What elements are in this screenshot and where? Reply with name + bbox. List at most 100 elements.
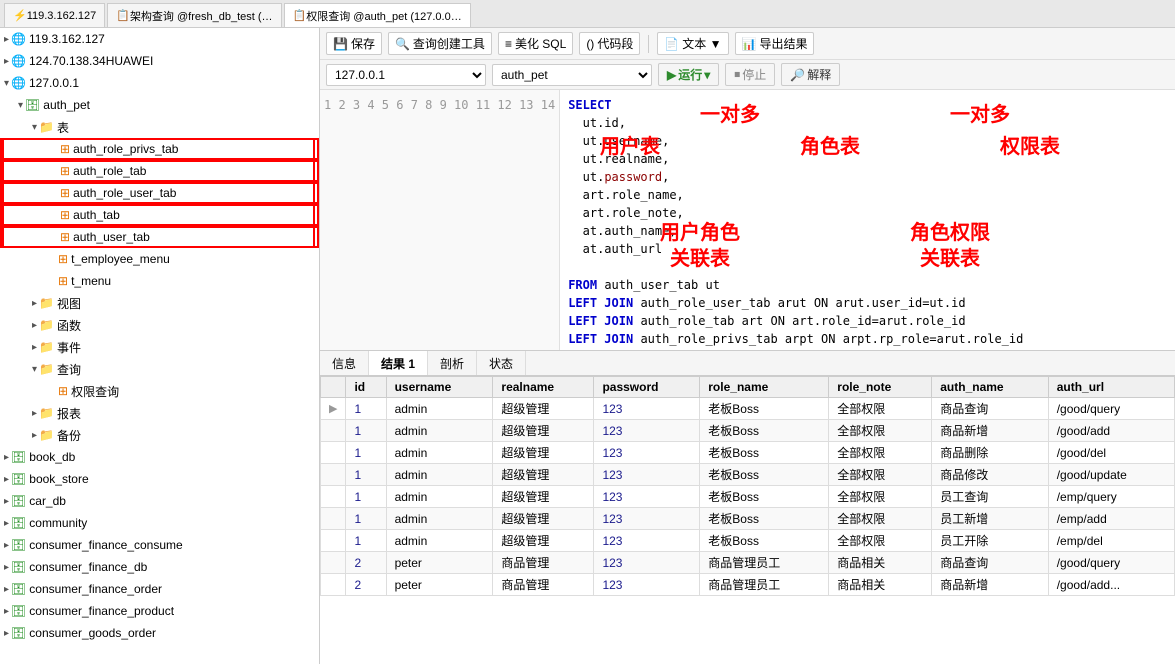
sidebar-label: auth_role_user_tab	[73, 186, 176, 200]
tab-status[interactable]: 状态	[477, 351, 526, 375]
code-editor[interactable]: SELECT ut.id, ut.username, ut.realname, …	[560, 90, 1175, 350]
toolbar: 💾 保存 🔍 查询创建工具 ≡ 美化 SQL () 代码段 📄 文本 ▼ 📊	[320, 28, 1175, 60]
sidebar-label: 报表	[57, 405, 81, 422]
table-row[interactable]: 1admin超级管理123老板Boss全部权限员工新增/emp/add	[321, 508, 1175, 530]
sidebar-item-3[interactable]: ▾🗄auth_pet	[0, 94, 319, 116]
stop-button[interactable]: ⏹ 停止	[725, 63, 775, 86]
explain-label: 解释	[807, 66, 831, 83]
sidebar-item-14[interactable]: ▸📁事件	[0, 336, 319, 358]
table-row[interactable]: 1admin超级管理123老板Boss全部权限商品删除/good/del	[321, 442, 1175, 464]
cell-realname: 超级管理	[493, 442, 594, 464]
cell-username: admin	[386, 486, 493, 508]
sidebar-label: 127.0.0.1	[29, 76, 79, 90]
table-row[interactable]: 1admin超级管理123老板Boss全部权限商品修改/good/update	[321, 464, 1175, 486]
sidebar-item-0[interactable]: ▸🌐119.3.162.127	[0, 28, 319, 50]
table-icon: ⊞	[60, 142, 70, 156]
sidebar-label: 函数	[57, 317, 81, 334]
cell-username: admin	[386, 398, 493, 420]
text-button[interactable]: 📄 文本 ▼	[657, 32, 728, 55]
sidebar-item-20[interactable]: ▸🗄book_store	[0, 468, 319, 490]
col-realname: realname	[493, 377, 594, 398]
cell-password: 123	[594, 398, 700, 420]
query-tool-icon: 🔍	[395, 37, 410, 51]
sidebar-item-9[interactable]: ⊞auth_user_tab	[0, 226, 319, 248]
table-icon: ⊞	[60, 164, 70, 178]
sidebar-item-15[interactable]: ▾📁查询	[0, 358, 319, 380]
code-snippet-button[interactable]: () 代码段	[579, 32, 640, 55]
sidebar-item-2[interactable]: ▾🌐127.0.0.1	[0, 72, 319, 94]
sidebar-item-7[interactable]: ⊞auth_role_user_tab	[0, 182, 319, 204]
cell-role_name: 老板Boss	[700, 530, 829, 552]
sidebar-item-12[interactable]: ▸📁视图	[0, 292, 319, 314]
beautify-label: 美化 SQL	[515, 35, 566, 52]
col-role_note: role_note	[829, 377, 932, 398]
cell-username: admin	[386, 530, 493, 552]
run-button[interactable]: ▶ 运行 ▾	[658, 63, 719, 86]
table-row[interactable]: ▶1admin超级管理123老板Boss全部权限商品查询/good/query	[321, 398, 1175, 420]
cell-role_note: 商品相关	[829, 574, 932, 596]
beautify-sql-button[interactable]: ≡ 美化 SQL	[498, 32, 573, 55]
tab-icon-0: ⚡	[13, 9, 27, 22]
table-icon: ⊞	[58, 252, 68, 266]
db-select[interactable]: auth_pet	[492, 64, 652, 86]
cell-role_note: 全部权限	[829, 486, 932, 508]
sidebar-item-21[interactable]: ▸🗄car_db	[0, 490, 319, 512]
toolbar-sep-1	[648, 35, 649, 53]
explain-button[interactable]: 🔎 解释	[781, 63, 840, 86]
tab-profile[interactable]: 剖析	[428, 351, 477, 375]
sidebar-item-27[interactable]: ▸🗄consumer_goods_order	[0, 622, 319, 644]
sidebar-item-22[interactable]: ▸🗄community	[0, 512, 319, 534]
table-row[interactable]: 1admin超级管理123老板Boss全部权限员工开除/emp/del	[321, 530, 1175, 552]
row-indicator	[321, 420, 346, 442]
table-row[interactable]: 2peter商品管理123商品管理员工商品相关商品新增/good/add...	[321, 574, 1175, 596]
net-icon: 🌐	[11, 32, 26, 46]
sidebar-label: consumer_finance_consume	[29, 538, 182, 552]
cell-role_note: 全部权限	[829, 530, 932, 552]
folder-icon: 📁	[39, 362, 54, 376]
sidebar-item-10[interactable]: ⊞t_employee_menu	[0, 248, 319, 270]
sidebar-item-18[interactable]: ▸📁备份	[0, 424, 319, 446]
table-row[interactable]: 1admin超级管理123老板Boss全部权限员工查询/emp/query	[321, 486, 1175, 508]
sidebar-item-17[interactable]: ▸📁报表	[0, 402, 319, 424]
sidebar-item-4[interactable]: ▾📁表	[0, 116, 319, 138]
cell-role_name: 老板Boss	[700, 508, 829, 530]
sidebar-item-25[interactable]: ▸🗄consumer_finance_order	[0, 578, 319, 600]
sidebar-item-19[interactable]: ▸🗄book_db	[0, 446, 319, 468]
table-row[interactable]: 1admin超级管理123老板Boss全部权限商品新增/good/add	[321, 420, 1175, 442]
query-tool-button[interactable]: 🔍 查询创建工具	[388, 32, 492, 55]
host-select[interactable]: 127.0.0.1	[326, 64, 486, 86]
tab-info[interactable]: 信息	[320, 351, 369, 375]
sidebar-item-11[interactable]: ⊞t_menu	[0, 270, 319, 292]
export-button[interactable]: 📊 导出结果	[735, 32, 815, 55]
sidebar-item-1[interactable]: ▸🌐124.70.138.34HUAWEI	[0, 50, 319, 72]
tab-1[interactable]: 📋 架构查询 @fresh_db_test (…	[107, 3, 281, 27]
cell-auth_name: 商品查询	[932, 552, 1048, 574]
table-row[interactable]: 2peter商品管理123商品管理员工商品相关商品查询/good/query	[321, 552, 1175, 574]
cell-auth_name: 商品查询	[932, 398, 1048, 420]
sidebar-item-16[interactable]: ⊞权限查询	[0, 380, 319, 402]
cell-password: 123	[594, 420, 700, 442]
code-icon: ()	[586, 37, 594, 51]
db-icon: 🗄	[11, 582, 26, 596]
sidebar-item-6[interactable]: ⊞auth_role_tab	[0, 160, 319, 182]
sidebar-item-23[interactable]: ▸🗄consumer_finance_consume	[0, 534, 319, 556]
net-icon: 🌐	[11, 54, 26, 68]
expand-arrow: ▸	[32, 342, 37, 353]
sidebar-item-8[interactable]: ⊞auth_tab	[0, 204, 319, 226]
tab-2[interactable]: 📋 权限查询 @auth_pet (127.0.0…	[284, 3, 471, 27]
sidebar-item-5[interactable]: ⊞auth_role_privs_tab	[0, 138, 319, 160]
cell-password: 123	[594, 508, 700, 530]
cell-role_note: 全部权限	[829, 464, 932, 486]
editor-area: 1 2 3 4 5 6 7 8 9 10 11 12 13 14 SELECT …	[320, 90, 1175, 350]
folder-icon: 📁	[39, 406, 54, 420]
sidebar-item-24[interactable]: ▸🗄consumer_finance_db	[0, 556, 319, 578]
cell-id: 1	[346, 420, 386, 442]
tab-0[interactable]: ⚡ 119.3.162.127	[4, 3, 105, 27]
sidebar-label: 表	[57, 119, 69, 136]
sidebar-item-13[interactable]: ▸📁函数	[0, 314, 319, 336]
sidebar: ▸🌐119.3.162.127▸🌐124.70.138.34HUAWEI▾🌐12…	[0, 28, 320, 664]
save-button[interactable]: 💾 保存	[326, 32, 382, 55]
tab-result1[interactable]: 结果 1	[369, 351, 428, 375]
sidebar-item-26[interactable]: ▸🗄consumer_finance_product	[0, 600, 319, 622]
cell-auth_name: 商品新增	[932, 420, 1048, 442]
